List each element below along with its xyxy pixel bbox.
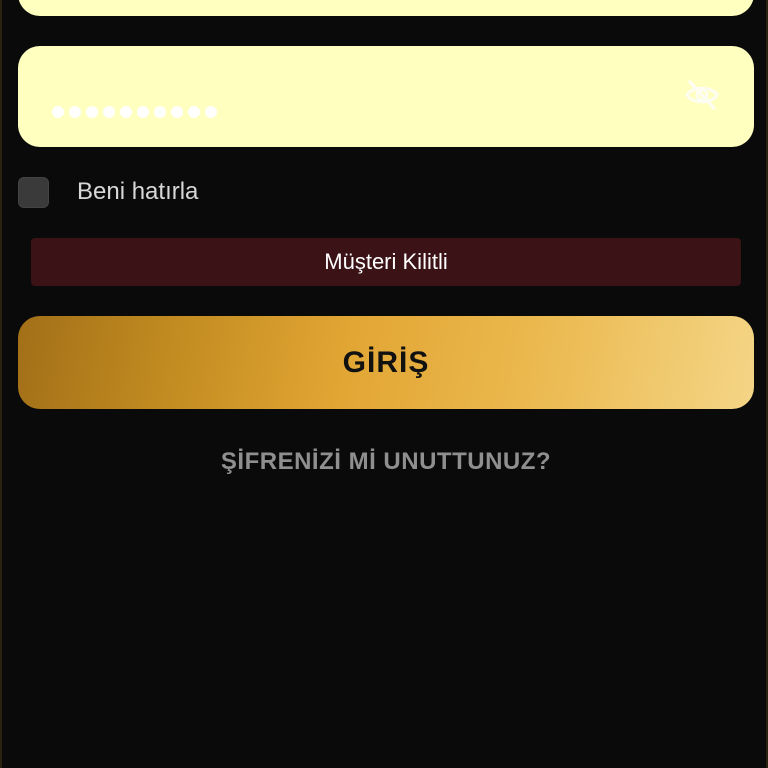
eye-off-icon[interactable] [684, 79, 720, 111]
password-dot [120, 106, 132, 118]
password-dot [154, 106, 166, 118]
password-dot [137, 106, 149, 118]
forgot-password-link[interactable]: ŞİFRENİZİ Mİ UNUTTUNUZ? [2, 448, 768, 476]
password-dot [188, 106, 200, 118]
password-dot [69, 106, 81, 118]
login-screen: Beni hatırla Müşteri Kilitli GİRİŞ ŞİFRE… [0, 0, 768, 768]
login-button-label: GİRİŞ [342, 345, 430, 379]
remember-me-row[interactable]: Beni hatırla [18, 176, 198, 208]
login-button[interactable]: GİRİŞ [18, 316, 754, 409]
password-dot [171, 106, 183, 118]
account-locked-alert: Müşteri Kilitli [31, 238, 741, 286]
password-dot [52, 106, 64, 118]
password-dot [86, 106, 98, 118]
remember-me-checkbox[interactable] [18, 176, 49, 208]
alert-message: Müşteri Kilitli [324, 249, 448, 274]
username-field[interactable] [18, 0, 754, 16]
remember-me-label: Beni hatırla [77, 178, 199, 205]
password-field[interactable] [18, 46, 754, 147]
password-masked-value [52, 106, 217, 118]
password-dot [205, 106, 217, 118]
password-dot [103, 106, 115, 118]
